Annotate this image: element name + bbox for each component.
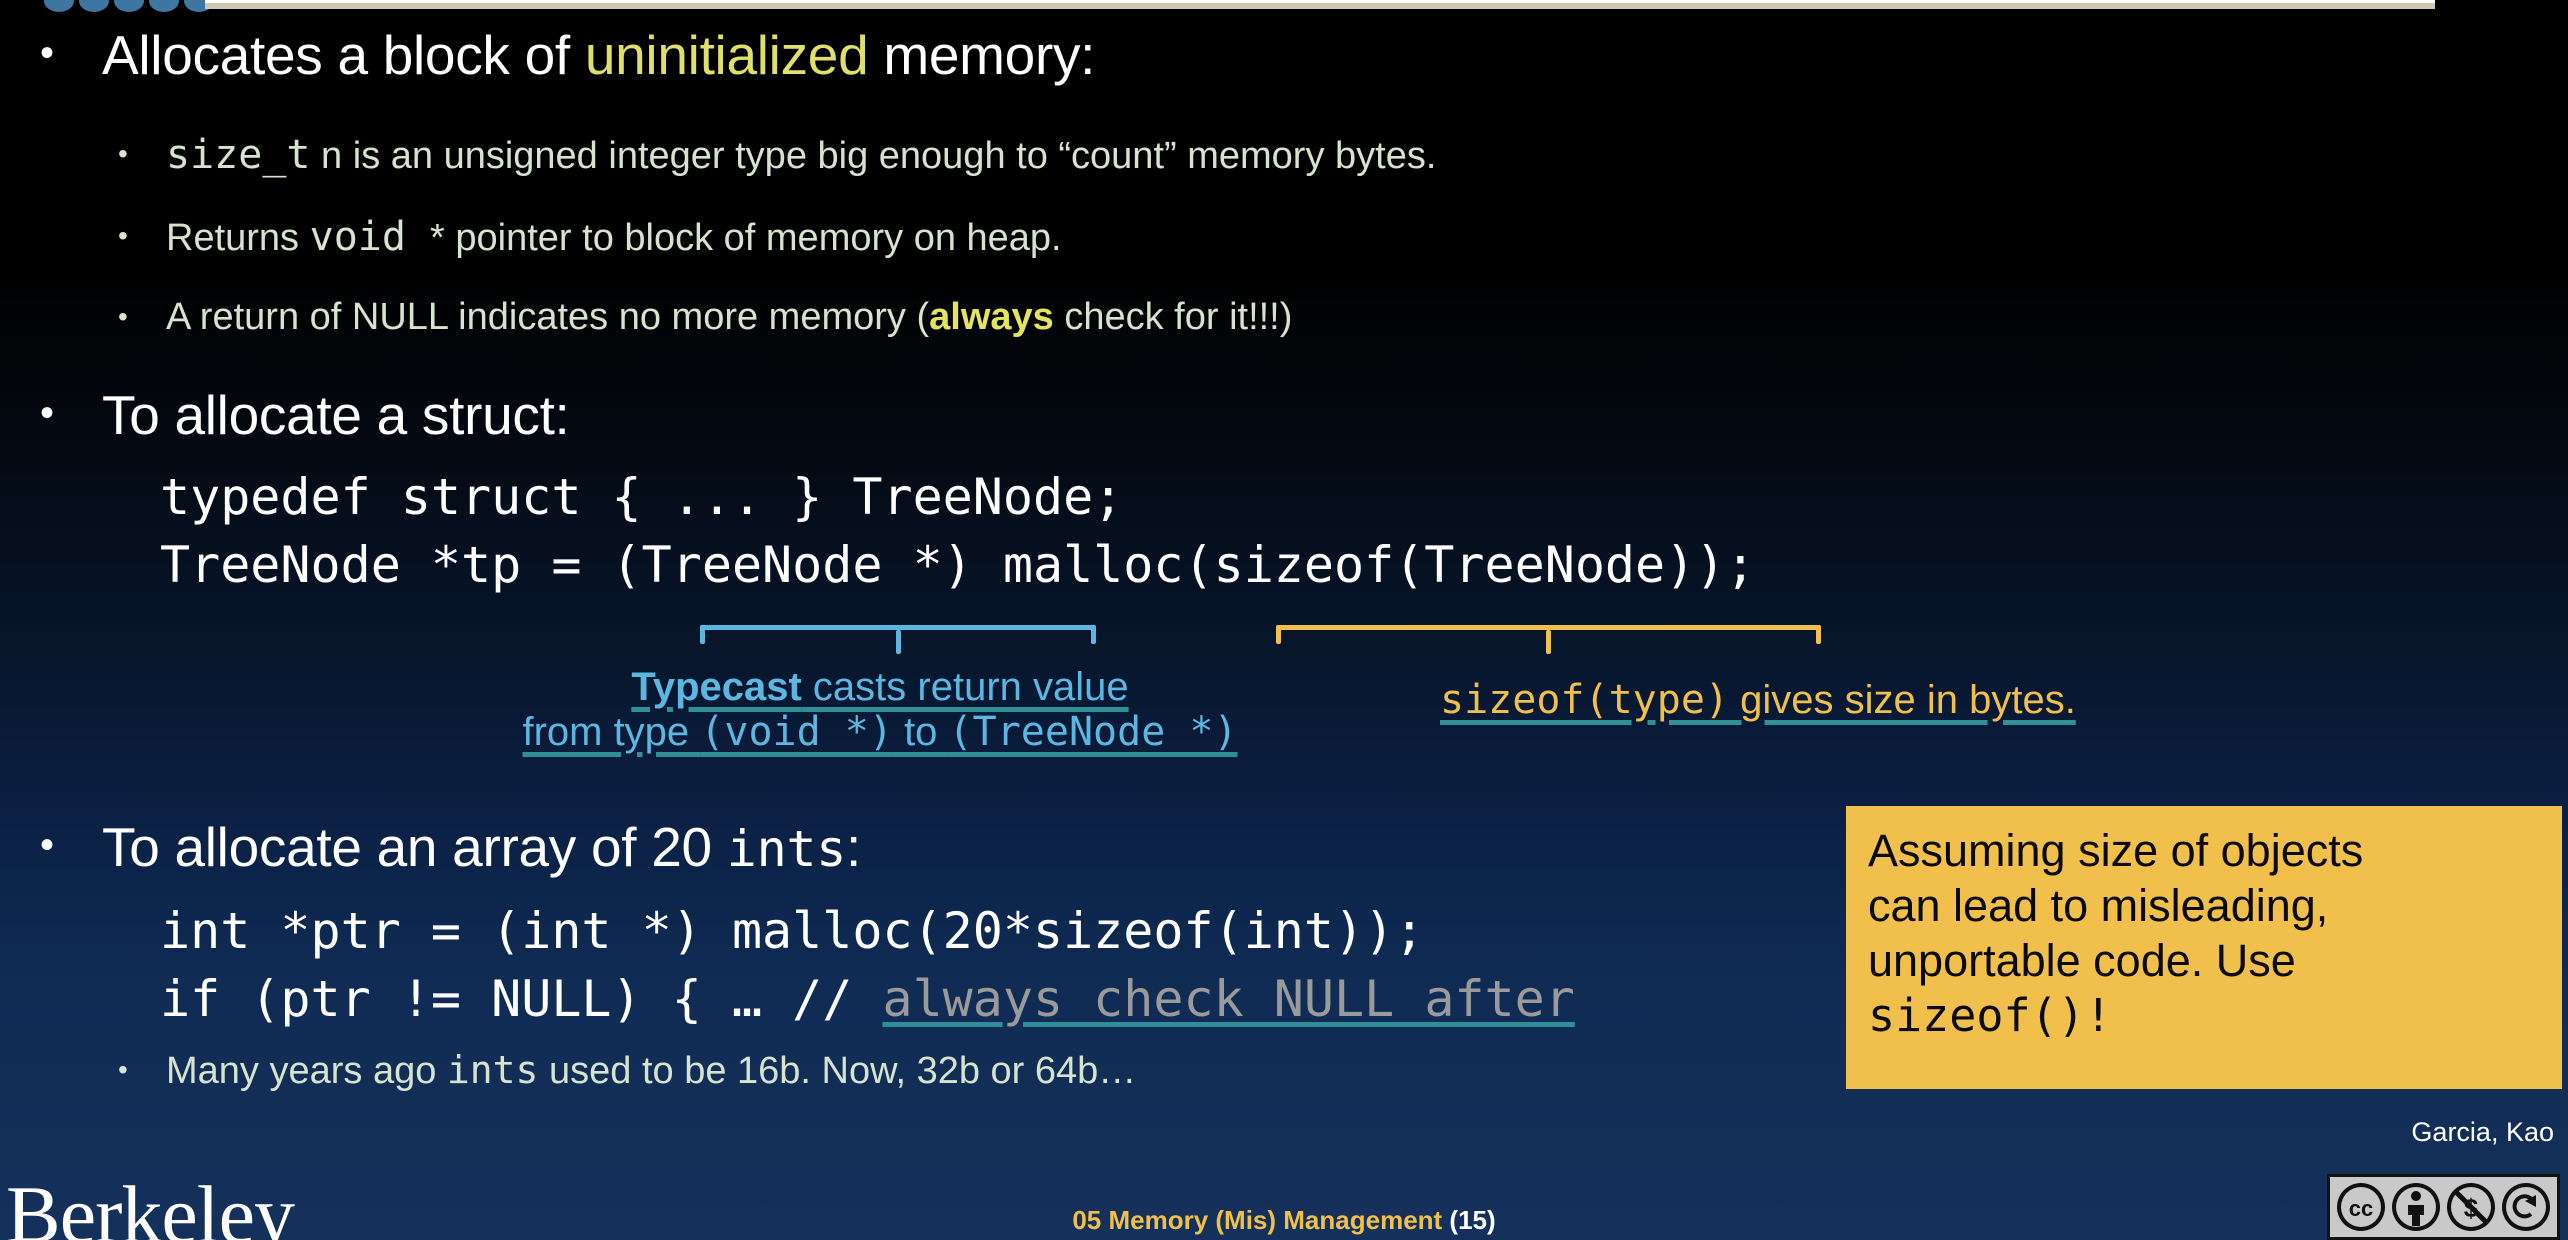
bullet-allocate-struct: • To allocate a struct: (40, 384, 570, 446)
annotation-typecast-pre: from type (522, 709, 701, 754)
bullet-text-before: Allocates a block of (102, 24, 585, 86)
brace-right-end (1816, 625, 1821, 644)
cc-icon: cc (2335, 1181, 2387, 1233)
bullet-text: To allocate an array of 20 ints: (102, 818, 861, 876)
by-person-icon (2390, 1181, 2442, 1233)
brace-left-end (1276, 625, 1281, 644)
annotation-typecast-mono1: (void *) (700, 708, 893, 755)
top-dot-4 (149, 0, 179, 12)
subbullet-marker: • (118, 301, 128, 332)
callout-sizeof-warning: Assuming size of objects can lead to mis… (1846, 806, 2562, 1089)
top-dot-2 (79, 0, 109, 12)
annotation-typecast-rest: casts return value (801, 665, 1129, 709)
code-if-ptr-null-pre: if (ptr != NULL) { … // (160, 970, 883, 1028)
annotation-typecast-mono2: (TreeNode *) (948, 708, 1238, 755)
subbullet-post: check for it!!!) (1053, 296, 1293, 338)
footer-page-number: (15) (1442, 1205, 1496, 1235)
brace-stem (896, 630, 901, 654)
emphasis-always: always (929, 296, 1054, 338)
top-dots-decoration (44, 0, 214, 12)
title-underline-rule (205, 0, 2435, 9)
bullet-text-after: memory: (868, 24, 1096, 86)
annotation-typecast-line1: Typecast casts return value (380, 665, 1380, 710)
bullet-text: To allocate a struct: (102, 384, 570, 446)
subbullet-text: size_t n is an unsigned integer type big… (166, 132, 1437, 178)
subbullet-text: Many years ago ints used to be 16b. Now,… (166, 1048, 1137, 1092)
subbullet-rest: n is an unsigned integer type big enough… (310, 135, 1437, 177)
bullet-text-after: : (846, 816, 861, 878)
subbullet-post: used to be 16b. Now, 32b or 64b… (538, 1050, 1137, 1092)
top-dot-1 (44, 0, 74, 12)
bullet-allocates-block: • Allocates a block of uninitialized mem… (40, 26, 1095, 84)
callout-line-4: sizeof()! (1868, 988, 2112, 1042)
top-dot-3 (114, 0, 144, 12)
footer-authors: Garcia, Kao (2411, 1117, 2554, 1147)
bullet-marker: • (40, 391, 54, 435)
subbullet-text: Returns void * pointer to block of memor… (166, 214, 1062, 260)
footer-title-text: 05 Memory (Mis) Management (1072, 1205, 1443, 1235)
code-ints: ints (726, 820, 847, 878)
bullet-marker: • (40, 31, 54, 75)
callout-line-3: unportable code. Use (1868, 934, 2296, 986)
callout-line-1: Assuming size of objects (1868, 825, 2364, 876)
code-ints: ints (446, 1048, 539, 1092)
callout-line-2: can lead to misleading, (1868, 879, 2329, 931)
subbullet-many-years-ago: • Many years ago ints used to be 16b. No… (118, 1048, 1137, 1092)
code-typedef-struct: typedef struct { ... } TreeNode; (160, 468, 1124, 526)
code-size-t: size_t (166, 132, 311, 178)
subbullet-pre: A return of NULL indicates no more memor… (166, 296, 930, 338)
subbullet-size-t: • size_t n is an unsigned integer type b… (118, 132, 1437, 178)
annotation-typecast-mid: to (892, 709, 949, 754)
subbullet-text: A return of NULL indicates no more memor… (166, 296, 1293, 338)
sa-sharealike-icon (2500, 1181, 2552, 1233)
code-if-ptr-null: if (ptr != NULL) { … // always check NUL… (160, 970, 1575, 1028)
subbullet-pre: Returns (166, 217, 310, 259)
svg-text:cc: cc (2349, 1196, 2373, 1221)
subbullet-marker: • (118, 138, 128, 169)
footer-slide-title: 05 Memory (Mis) Management (15) (0, 1205, 2568, 1236)
bullet-allocate-array: • To allocate an array of 20 ints: (40, 818, 861, 876)
code-comment-always-check: always check NULL after (882, 970, 1575, 1028)
highlight-uninitialized: uninitialized (584, 24, 869, 86)
brace-right-end (1091, 625, 1096, 644)
nc-nocommercial-icon: $ (2445, 1181, 2497, 1233)
creative-commons-badge[interactable]: cc $ (2327, 1174, 2560, 1240)
bullet-text: Allocates a block of uninitialized memor… (102, 26, 1095, 84)
brace-stem (1546, 630, 1551, 654)
annotation-typecast-bold: Typecast (631, 665, 802, 709)
slide-canvas: • Allocates a block of uninitialized mem… (0, 0, 2568, 1240)
bullet-marker: • (40, 823, 54, 867)
annotation-sizeof-rest: gives size in bytes. (1728, 678, 2076, 722)
annotation-typecast: Typecast casts return value from type (v… (380, 665, 1380, 755)
subbullet-null-check: • A return of NULL indicates no more mem… (118, 296, 1293, 338)
subbullet-returns-void: • Returns void * pointer to block of mem… (118, 214, 1062, 260)
annotation-sizeof-mono: sizeof(type) (1440, 677, 1729, 723)
subbullet-marker: • (118, 1054, 128, 1085)
subbullet-rest: * pointer to block of memory on heap. (430, 217, 1062, 259)
subbullet-pre: Many years ago (166, 1050, 447, 1092)
annotation-typecast-line2: from type (void *) to (TreeNode *) (380, 708, 1380, 755)
brace-left-end (700, 625, 705, 644)
code-void: void (309, 214, 431, 260)
bullet-text-before: To allocate an array of 20 (102, 816, 727, 878)
subbullet-marker: • (118, 220, 128, 251)
annotation-sizeof: sizeof(type) gives size in bytes. (1440, 678, 2300, 723)
code-int-ptr-malloc: int *ptr = (int *) malloc(20*sizeof(int)… (160, 902, 1425, 960)
code-treenode-malloc: TreeNode *tp = (TreeNode *) malloc(sizeo… (160, 536, 1756, 594)
